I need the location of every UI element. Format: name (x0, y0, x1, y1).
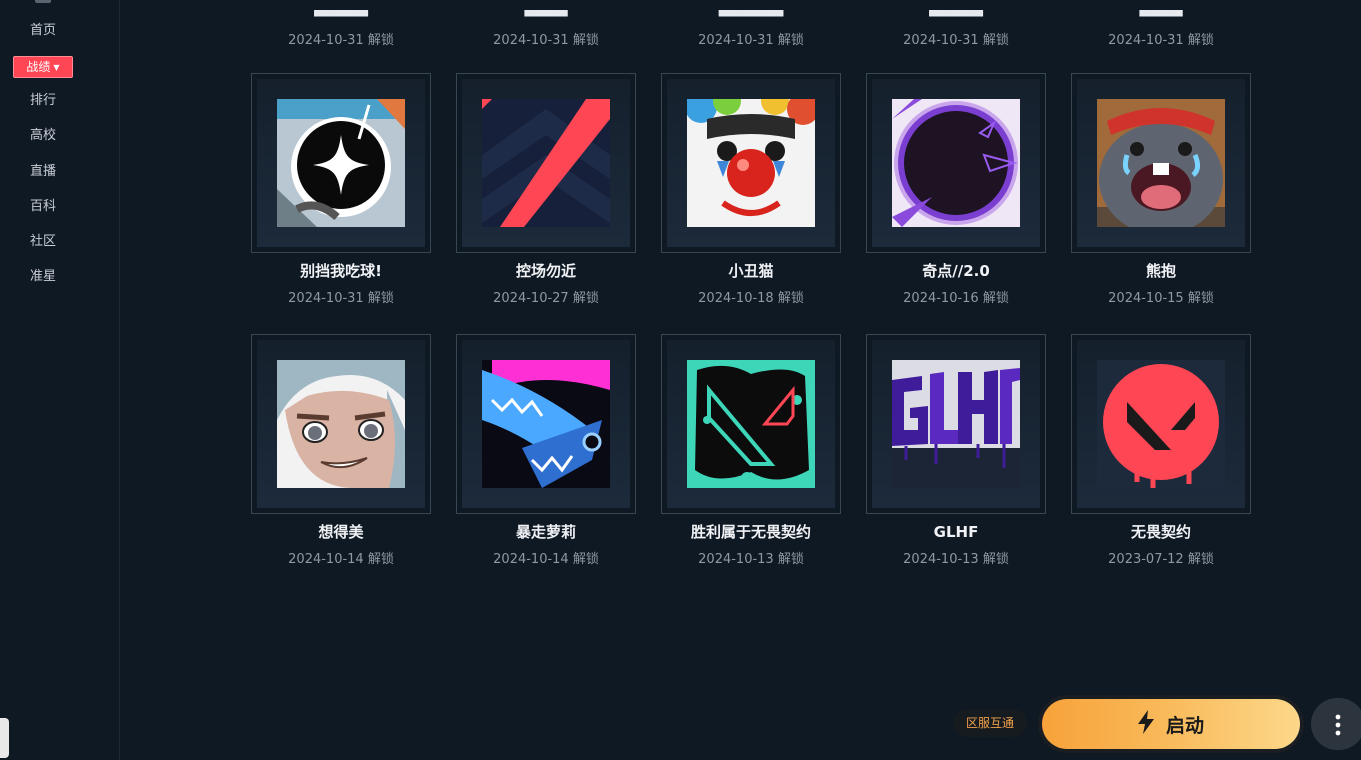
card-tile[interactable] (661, 73, 841, 253)
card-tile[interactable] (456, 334, 636, 514)
card-name: 小丑猫 (728, 262, 774, 280)
card-date: 2024-10-14 解锁 (493, 552, 599, 567)
caret-down-icon: ▼ (53, 63, 60, 72)
card-tile[interactable] (866, 73, 1046, 253)
card-name: 奇点//2.0 (922, 262, 990, 280)
card[interactable]: 胜利属于无畏契约 2024-10-13 解锁 (661, 334, 841, 574)
scroll-mark (35, 0, 51, 3)
card-tile[interactable] (661, 334, 841, 514)
card-name-clipped: ▆▆▆▆ (1139, 1, 1183, 17)
card-name-clipped: ▆▆▆▆ (524, 1, 568, 17)
card-name: 别挡我吃球! (300, 262, 382, 280)
card-date: 2024-10-13 解锁 (903, 552, 1009, 567)
card-date: 2024-10-18 解锁 (698, 291, 804, 306)
sidebar-item-record[interactable]: 战绩 ▼ (13, 56, 73, 78)
valorant-red-logo-icon (1097, 360, 1225, 488)
card-date: 2024-10-16 解锁 (903, 291, 1009, 306)
smirking-girl-icon (277, 360, 405, 488)
region-interop-button[interactable]: 区服互通 (953, 709, 1027, 737)
card[interactable]: 控场勿近 2024-10-27 解锁 (456, 73, 636, 313)
card-date: 2024-10-31 解锁 (288, 33, 394, 48)
card-name: 无畏契约 (1130, 523, 1191, 541)
glhf-graffiti-icon (892, 360, 1020, 488)
card-date: 2024-10-31 解锁 (698, 33, 804, 48)
sidebar-item-wiki[interactable]: 百科 (0, 198, 86, 216)
card-name: GLHF (933, 523, 979, 541)
card-date: 2024-10-14 解锁 (288, 552, 394, 567)
card[interactable]: 暴走萝莉 2024-10-14 解锁 (456, 334, 636, 574)
sidebar-item-ranking[interactable]: 排行 (0, 92, 86, 110)
valorant-splatter-icon (687, 360, 815, 488)
clown-cat-icon (687, 99, 815, 227)
sidebar-item-live[interactable]: 直播 (0, 163, 86, 181)
card-tile[interactable] (1071, 73, 1251, 253)
card-date: 2024-10-15 解锁 (1108, 291, 1214, 306)
sidebar-item-home[interactable]: 首页 (0, 22, 86, 40)
card-date: 2024-10-27 解锁 (493, 291, 599, 306)
card[interactable]: 小丑猫 2024-10-18 解锁 (661, 73, 841, 313)
card[interactable]: 想得美 2024-10-14 解锁 (251, 334, 431, 574)
sidebar: 首页 战绩 ▼ 排行 高校 直播 百科 社区 准星 (0, 0, 120, 760)
sidebar-item-community[interactable]: 社区 (0, 233, 86, 251)
card-tile[interactable] (251, 73, 431, 253)
card-name-clipped: ▆▆▆▆▆▆ (718, 1, 784, 17)
neon-shark-icon (482, 360, 610, 488)
card[interactable]: 无畏契约 2023-07-12 解锁 (1071, 334, 1251, 574)
lightning-icon (1137, 709, 1154, 739)
card-name: 暴走萝莉 (515, 523, 576, 541)
card-gallery: ▆▆▆▆▆ 2024-10-31 解锁 ▆▆▆▆ 2024-10-31 解锁 ▆… (120, 0, 1361, 760)
card-date: 2024-10-13 解锁 (698, 552, 804, 567)
purple-portal-icon (892, 99, 1020, 227)
card-date: 2024-10-31 解锁 (493, 33, 599, 48)
card-date: 2024-10-31 解锁 (903, 33, 1009, 48)
red-stripe-chevron-icon (482, 99, 610, 227)
partial-row: ▆▆▆▆▆ 2024-10-31 解锁 ▆▆▆▆ 2024-10-31 解锁 ▆… (120, 0, 1361, 50)
card-name-clipped: ▆▆▆▆▆ (314, 1, 368, 17)
sidebar-item-crosshair[interactable]: 准星 (0, 268, 86, 286)
sidebar-item-college[interactable]: 高校 (0, 127, 86, 145)
card-tile[interactable] (866, 334, 1046, 514)
card-name: 胜利属于无畏契约 (690, 523, 811, 541)
launch-label: 启动 (1165, 714, 1204, 737)
card[interactable]: 熊抱 2024-10-15 解锁 (1071, 73, 1251, 313)
card-tile[interactable] (1071, 334, 1251, 514)
sidebar-item-label: 战绩 (26, 60, 51, 74)
card[interactable]: 别挡我吃球! 2024-10-31 解锁 (251, 73, 431, 313)
more-options-button[interactable] (1311, 698, 1361, 750)
card-date: 2023-07-12 解锁 (1108, 552, 1214, 567)
black-star-ball-icon (277, 99, 405, 227)
sidebar-handle[interactable] (0, 718, 9, 758)
card[interactable]: GLHF 2024-10-13 解锁 (866, 334, 1046, 574)
card[interactable]: 奇点//2.0 2024-10-16 解锁 (866, 73, 1046, 313)
card-date: 2024-10-31 解锁 (288, 291, 394, 306)
crying-seal-icon (1097, 99, 1225, 227)
more-vertical-icon (1335, 714, 1341, 736)
card-name: 控场勿近 (515, 262, 576, 280)
card-name: 想得美 (318, 523, 364, 541)
card-name: 熊抱 (1145, 262, 1176, 280)
card-tile[interactable] (456, 73, 636, 253)
launch-button[interactable]: 启动 (1038, 695, 1304, 753)
card-tile[interactable] (251, 334, 431, 514)
card-name-clipped: ▆▆▆▆▆ (929, 1, 983, 17)
card-date: 2024-10-31 解锁 (1108, 33, 1214, 48)
